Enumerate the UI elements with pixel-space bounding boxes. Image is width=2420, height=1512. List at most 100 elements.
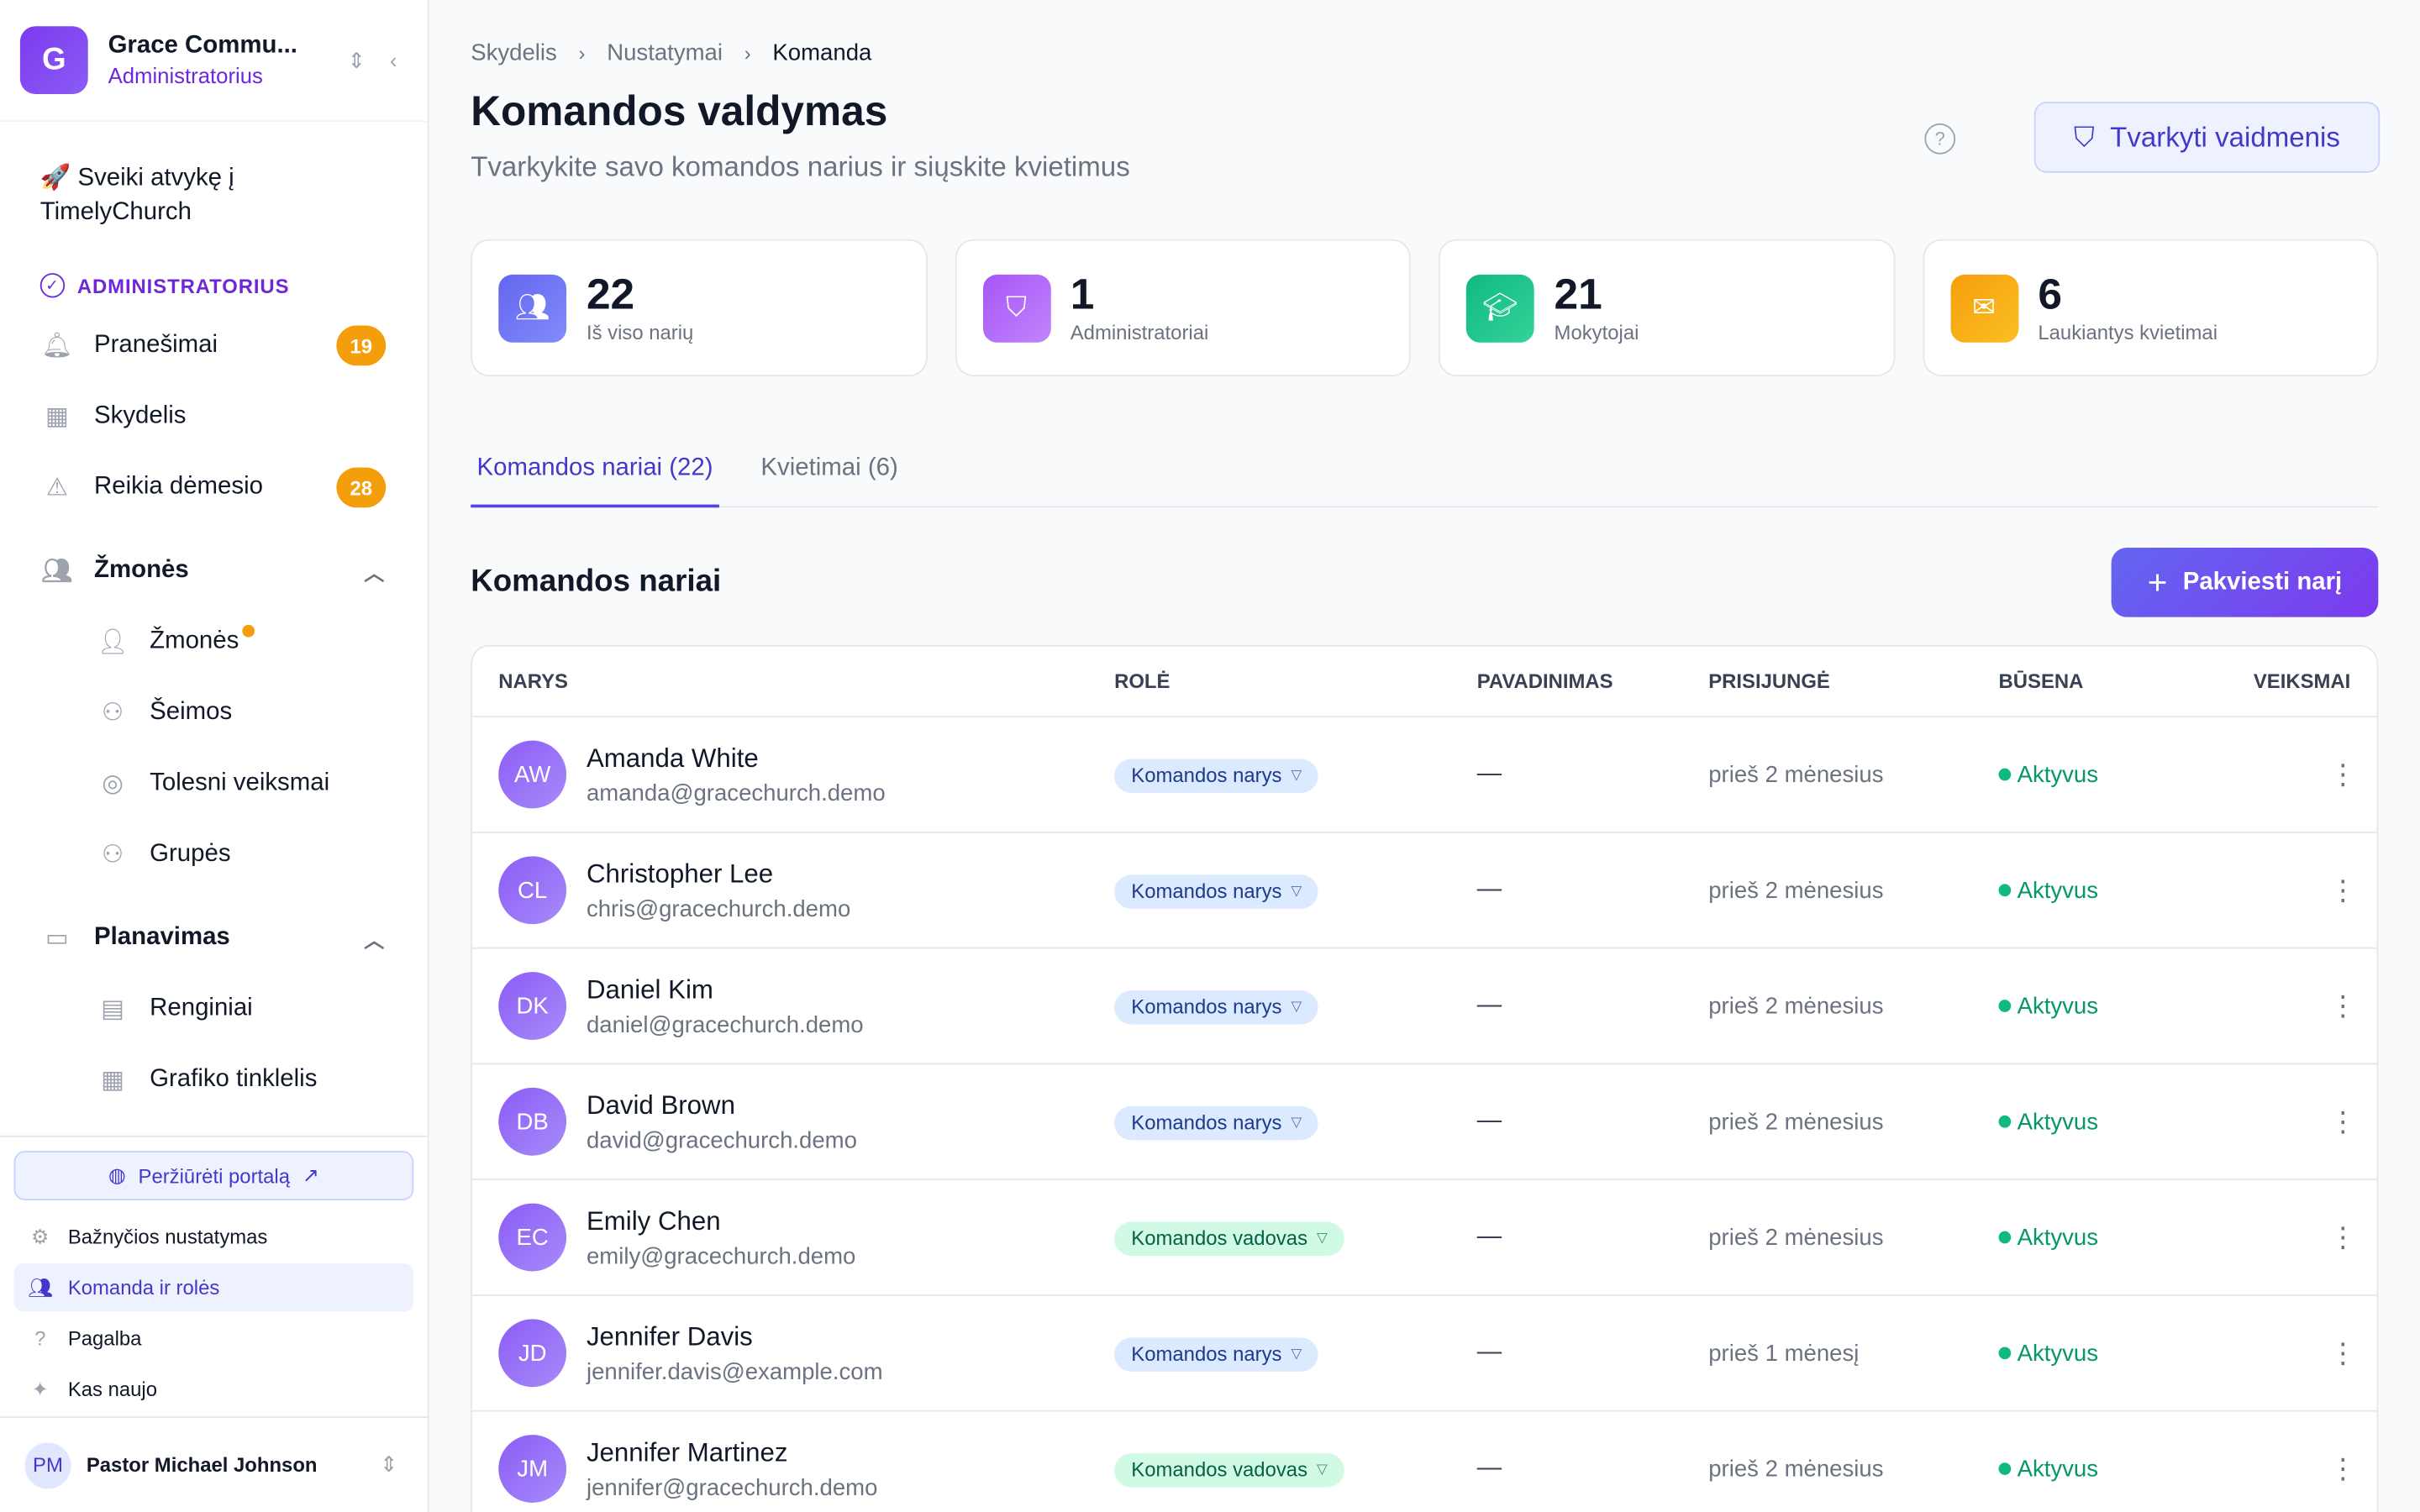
sidebar-group-people[interactable]: 👥︎ Žmonės ︿ [0,535,428,606]
plus-icon: + [2147,562,2168,601]
more-actions-icon[interactable]: ⋮ [2329,1105,2357,1138]
status-badge: Aktyvus [1998,1340,2184,1366]
org-name: Grace Commu... [108,32,297,59]
groups-icon: ⚇ [101,842,124,869]
status-badge: Aktyvus [1998,877,2184,903]
chevron-down-icon: ▽ [1291,766,1302,783]
table-row: DK Daniel Kim daniel@gracechurch.demo Ko… [472,949,2377,1065]
chevron-down-icon: ▽ [1291,1345,1302,1361]
role-dropdown[interactable]: Komandos vadovas ▽ [1114,1221,1344,1256]
sidebar: G Grace Commu... Administratorius ⇕ ‹ 🚀 … [0,0,429,1512]
stat-card-teachers: 🎓︎ 21 Mokytojai [1438,239,1895,377]
role-dropdown[interactable]: Komandos narys ▽ [1114,990,1319,1024]
sidebar-item-people[interactable]: 👤︎ Žmonės [0,606,428,677]
stat-card-pending-invites: ✉ 6 Laukiantys kvietimai [1922,239,2379,377]
status-dot [1998,768,2012,781]
external-link-icon: ↗ [302,1163,319,1187]
breadcrumb-dashboard[interactable]: Skydelis [471,40,557,66]
member-title: — [1476,876,1502,903]
attention-badge: 28 [336,467,387,508]
org-switcher[interactable]: G Grace Commu... Administratorius ⇕ ‹ [0,0,428,123]
help-circle-icon[interactable]: ? [1924,123,1956,155]
sidebar-item-schedule-grid[interactable]: ▦ Grafiko tinklelis [0,1044,428,1115]
more-actions-icon[interactable]: ⋮ [2329,1337,2357,1370]
role-dropdown[interactable]: Komandos narys ▽ [1114,758,1319,793]
member-name: Emily Chen [586,1205,721,1236]
org-logo: G [19,26,88,95]
member-joined: prieš 1 mėnesį [1708,1340,1860,1367]
sidebar-item-events[interactable]: ▤ Renginiai [0,974,428,1044]
more-actions-icon[interactable]: ⋮ [2329,874,2357,906]
chevron-updown-icon[interactable]: ⇕ [343,47,371,73]
main-content: Skydelis › Nustatymai › Komanda Komandos… [429,0,2420,1512]
avatar: JM [498,1435,567,1503]
table-row: JM Jennifer Martinez jennifer@gracechurc… [472,1412,2376,1512]
table-row: JD Jennifer Davis jennifer.davis@example… [472,1296,2377,1412]
more-actions-icon[interactable]: ⋮ [2329,759,2357,791]
member-cell: DB David Brown david@gracechurch.demo [472,1087,1114,1156]
member-email: daniel@gracechurch.demo [586,1011,864,1038]
chevron-down-icon: ▽ [1317,1461,1328,1477]
shield-check-icon: ⛉ [2074,121,2095,152]
help-circle-icon: ? [34,1326,46,1351]
member-email: jennifer@gracechurch.demo [586,1473,878,1501]
status-dot [1998,1000,2012,1012]
stats-row: 👥︎ 22 Iš viso narių ⛉ 1 Administratoriai… [471,239,2379,377]
manage-roles-button[interactable]: ⛉ Tvarkyti vaidmenis [2033,102,2381,173]
collapse-sidebar-icon[interactable]: ‹ [380,48,408,72]
chevron-up-icon: ︿ [364,927,385,952]
member-joined: prieš 2 mėnesius [1708,1108,1884,1135]
sidebar-item-church-settings[interactable]: ⚙︎ Bažnyčios nustatymas [14,1213,414,1261]
sidebar-item-families[interactable]: ⚇ Šeimos [0,677,428,748]
user-menu[interactable]: PM Pastor Michael Johnson ⇕ [0,1416,428,1512]
chevron-down-icon: ▽ [1291,1114,1302,1130]
mail-icon: ✉ [1949,274,2018,342]
user-icon: 👤︎ [97,629,129,656]
grid-icon: ▦ [101,1067,124,1095]
member-joined: prieš 2 mėnesius [1708,992,1884,1020]
check-circle-icon: ✓ [39,273,66,298]
member-email: david@gracechurch.demo [586,1126,857,1153]
more-actions-icon[interactable]: ⋮ [2329,1452,2357,1485]
member-name: David Brown [586,1089,735,1120]
chevron-right-icon: › [578,41,586,66]
more-actions-icon[interactable]: ⋮ [2329,1221,2357,1254]
member-name: Christopher Lee [586,858,774,889]
role-dropdown[interactable]: Komandos narys ▽ [1114,1105,1319,1140]
grid-icon: ▦ [45,404,69,431]
table-row: EC Emily Chen emily@gracechurch.demo Kom… [472,1180,2377,1296]
tab-team-members[interactable]: Komandos nariai (22) [471,444,719,508]
stat-card-admins: ⛉ 1 Administratoriai [954,239,1411,377]
sidebar-item-groups[interactable]: ⚇ Grupės [0,819,428,890]
sidebar-item-whats-new[interactable]: ✦ Kas naujo [14,1365,414,1413]
tab-invites[interactable]: Kvietimai (6) [755,444,904,507]
sidebar-item-attention[interactable]: ⚠︎ Reikia dėmesio 28 [0,452,428,522]
view-portal-button[interactable]: ◍ Peržiūrėti portalą ↗ [13,1151,414,1200]
invite-member-button[interactable]: + Pakviesti narį [2111,548,2379,617]
member-joined: prieš 2 mėnesius [1708,877,1884,904]
status-dot [1998,1115,2012,1128]
more-actions-icon[interactable]: ⋮ [2329,990,2357,1022]
breadcrumb-settings[interactable]: Nustatymai [607,40,723,66]
globe-icon: ◍ [108,1163,126,1187]
welcome-text: 🚀 Sveiki atvykę į TimelyChurch [39,165,234,226]
sidebar-group-planning[interactable]: ▭ Planavimas ︿ [0,902,428,973]
role-dropdown[interactable]: Komandos vadovas ▽ [1114,1452,1344,1487]
chevron-updown-icon: ⇕ [380,1452,398,1477]
sidebar-item-help[interactable]: ? Pagalba [14,1315,414,1362]
member-joined: prieš 2 mėnesius [1708,761,1884,788]
sidebar-bottom: ◍ Peržiūrėti portalą ↗ ⚙︎ Bažnyčios nust… [0,1135,428,1414]
member-cell: JD Jennifer Davis jennifer.davis@example… [472,1319,1114,1388]
role-dropdown[interactable]: Komandos narys ▽ [1114,874,1319,908]
sidebar-item-team-roles[interactable]: 👥︎ Komanda ir rolės [13,1263,414,1312]
member-title: — [1476,1455,1502,1482]
member-cell: DK Daniel Kim daniel@gracechurch.demo [472,972,1114,1040]
sparkles-icon: ✦ [31,1377,49,1400]
avatar: CL [498,856,567,925]
member-email: amanda@gracechurch.demo [586,780,886,806]
role-dropdown[interactable]: Komandos narys ▽ [1114,1336,1319,1371]
status-dot [1998,884,2012,897]
sidebar-item-followups[interactable]: ◎ Tolesni veiksmai [0,748,428,819]
sidebar-item-notifications[interactable]: 🔔︎ Pranešimai 19 [0,310,428,381]
sidebar-item-dashboard[interactable]: ▦ Skydelis [0,381,428,452]
